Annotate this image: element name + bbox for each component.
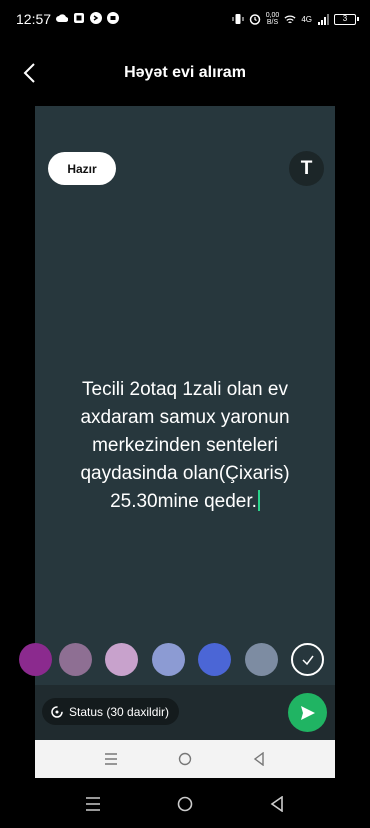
color-swatch-purple[interactable] [19,643,52,676]
media-icon [107,12,119,24]
color-swatch-selected[interactable] [291,643,324,676]
page-title: Həyət evi alıram [124,64,246,81]
network-speed-unit: B/S [266,19,279,26]
send-icon [300,705,315,720]
vibrate-icon [232,13,244,25]
status-ring-icon [51,705,63,718]
cloud-icon [56,12,68,24]
status-indicators: 0,00 B/S 4G 3 [232,12,359,26]
check-icon [301,655,314,665]
system-status-bar: 12:57 0,00 B/S 4G 3 [0,0,370,40]
color-swatch-periwinkle[interactable] [152,643,185,676]
text-cursor [257,490,260,511]
wifi-icon [284,13,296,25]
color-palette [19,639,335,679]
back-nav-icon[interactable] [251,751,267,767]
color-swatch-mauve[interactable] [59,643,92,676]
app-header: Həyət evi alıram [0,40,370,106]
battery-indicator: 3 [334,13,359,25]
status-audience-button[interactable]: Status (30 daxildir) [42,698,180,725]
back-nav-icon[interactable] [268,795,286,813]
inner-navigation-bar [35,740,335,778]
status-text-input[interactable]: Tecili 2otaq 1zali olan ev axdaram samux… [45,376,325,516]
app-notification-icon [73,12,85,24]
color-swatch-royal-blue[interactable] [198,643,231,676]
status-audience-label: Status (30 daxildir) [69,704,170,719]
home-icon[interactable] [176,795,194,813]
signal-icon [317,13,329,25]
shazam-icon [90,12,102,24]
recent-apps-icon[interactable] [103,751,119,767]
network-type: 4G [301,14,312,24]
notification-icons [56,12,119,24]
send-button[interactable] [288,693,327,732]
color-swatch-slate[interactable] [245,643,278,676]
color-swatch-lilac[interactable] [105,643,138,676]
status-action-bar: Status (30 daxildir) [35,685,335,740]
done-button[interactable]: Hazır [48,152,116,185]
status-time: 12:57 [16,11,52,27]
alarm-icon [249,13,261,25]
network-speed-value: 0,00 [265,12,280,19]
network-speed: 0,00 B/S [266,12,280,26]
recent-apps-icon[interactable] [84,795,102,813]
home-icon[interactable] [177,751,193,767]
system-navigation-bar [0,778,370,828]
font-toggle-button[interactable]: T [289,151,324,186]
text-status-editor: Hazır T Tecili 2otaq 1zali olan ev axdar… [19,106,335,740]
